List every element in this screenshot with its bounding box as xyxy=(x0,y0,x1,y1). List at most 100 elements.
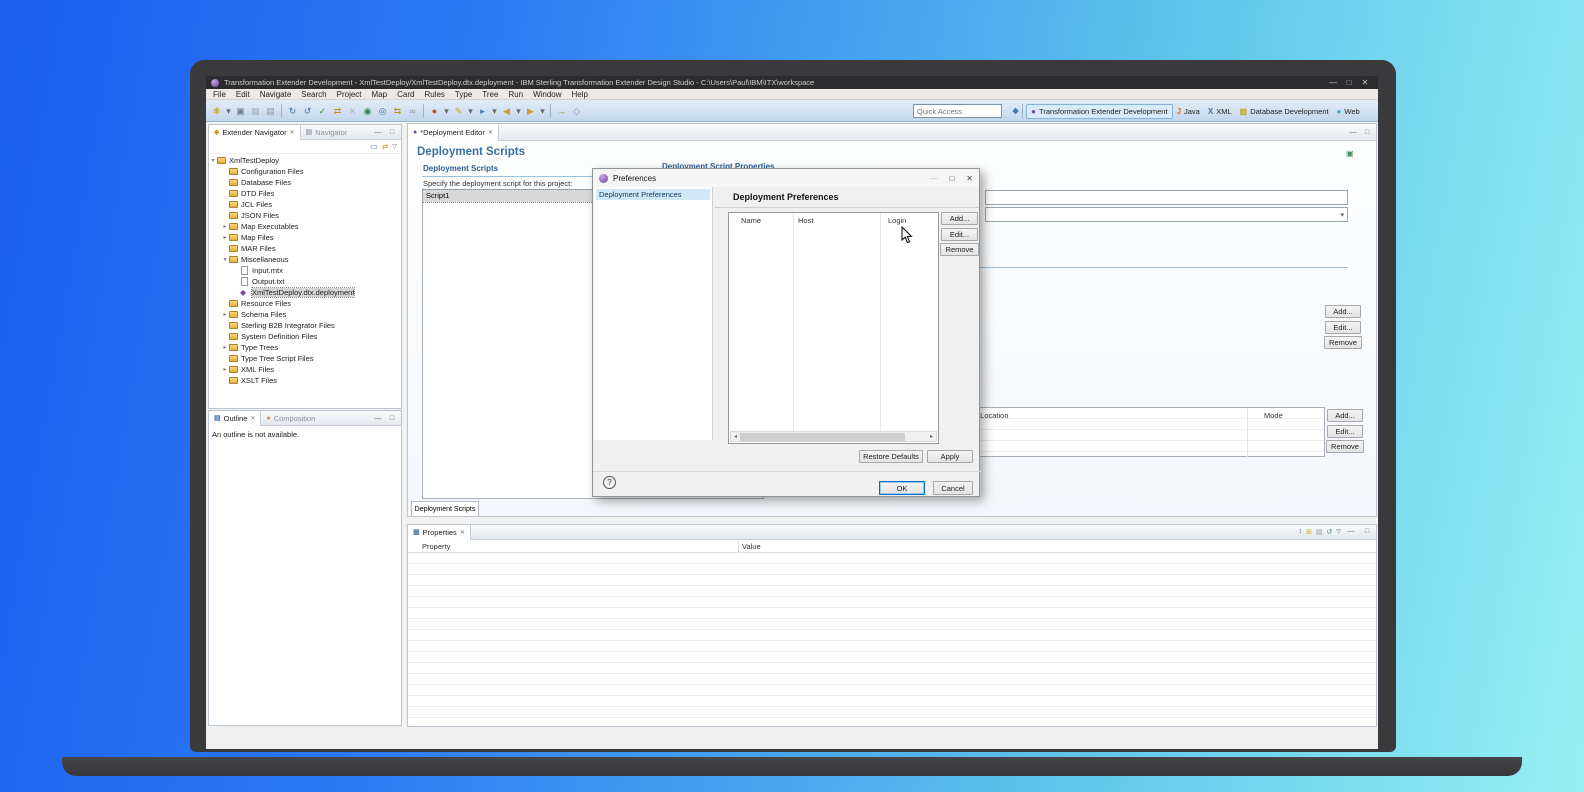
menu-search[interactable]: Search xyxy=(296,90,331,99)
cancel-build-icon[interactable]: ✕ xyxy=(346,104,359,118)
tab-deployment-editor[interactable]: ● *Deployment Editor ✕ xyxy=(408,124,499,141)
column-value[interactable]: Value xyxy=(742,542,761,551)
collapse-all-icon[interactable]: ▭ xyxy=(370,142,378,151)
dialog-minimize-button[interactable]: — xyxy=(929,174,937,183)
new-map-icon[interactable]: ▸ xyxy=(476,104,489,118)
minimize-view-icon[interactable]: — xyxy=(372,129,384,136)
sort-icon[interactable]: ↕ xyxy=(1299,528,1303,536)
style-dropdown-icon[interactable]: ▾ xyxy=(467,104,474,118)
close-button[interactable]: ✕ xyxy=(1357,78,1373,87)
menu-tree[interactable]: Tree xyxy=(477,90,503,99)
references-icon[interactable]: ∞ xyxy=(406,104,419,118)
save-icon[interactable]: ▣ xyxy=(234,104,247,118)
location-remove-button[interactable]: Remove xyxy=(1326,440,1364,453)
menu-navigate[interactable]: Navigate xyxy=(255,90,297,99)
view-menu-icon[interactable]: ▽ xyxy=(1336,528,1341,536)
column-property[interactable]: Property xyxy=(422,542,450,551)
horizontal-scrollbar[interactable]: ◂ ▸ xyxy=(730,431,937,442)
open-perspective-icon[interactable]: ❖ xyxy=(1012,107,1019,116)
location-add-button[interactable]: Add... xyxy=(1327,409,1363,422)
minimize-view-icon[interactable]: — xyxy=(1345,528,1357,536)
perspective-web-button[interactable]: ● Web xyxy=(1333,104,1364,119)
database-import-icon[interactable]: ◎ xyxy=(376,104,389,118)
tree-item[interactable]: XSLT Files xyxy=(209,375,401,386)
perspective-java-button[interactable]: J Java xyxy=(1173,104,1204,119)
swap-io-icon[interactable]: ⇆ xyxy=(391,104,404,118)
script-type-combo[interactable]: ▾ xyxy=(985,207,1348,222)
menu-card[interactable]: Card xyxy=(392,90,419,99)
new-map-dropdown-icon[interactable]: ▾ xyxy=(491,104,498,118)
column-login[interactable]: Login xyxy=(888,216,906,225)
server-edit-button[interactable]: Edit... xyxy=(1325,321,1361,334)
servers-table[interactable]: Name Host Login ◂ ▸ xyxy=(728,212,939,444)
tab-close-icon[interactable]: ✕ xyxy=(488,129,493,136)
tab-composition[interactable]: ● Composition xyxy=(261,411,320,426)
maximize-button[interactable]: □ xyxy=(1341,78,1357,87)
properties-table-body[interactable] xyxy=(408,553,1376,725)
maximize-view-icon[interactable]: □ xyxy=(386,415,398,422)
database-query-icon[interactable]: ◉ xyxy=(361,104,374,118)
server-remove-button[interactable]: Remove xyxy=(1324,336,1362,349)
save-all-icon[interactable]: ▦ xyxy=(249,104,262,118)
tree-item[interactable]: Database Files xyxy=(209,177,401,188)
new-dropdown-icon[interactable]: ▾ xyxy=(225,104,232,118)
tree-item[interactable]: ▸Type Trees xyxy=(209,342,401,353)
server-add-button[interactable]: Add... xyxy=(1325,305,1361,318)
menu-help[interactable]: Help xyxy=(567,90,593,99)
nav-item-deployment-preferences[interactable]: Deployment Preferences xyxy=(596,189,710,200)
dialog-maximize-button[interactable]: □ xyxy=(949,174,954,183)
tree-item[interactable]: JSON Files xyxy=(209,210,401,221)
combo-chevron-down-icon[interactable]: ▾ xyxy=(1340,211,1344,219)
menu-file[interactable]: File xyxy=(208,90,231,99)
show-advanced-icon[interactable]: ▤ xyxy=(1316,528,1323,536)
tree-item[interactable]: Configuration Files xyxy=(209,166,401,177)
last-edit-location-icon[interactable]: → xyxy=(555,104,568,118)
menu-type[interactable]: Type xyxy=(450,90,477,99)
minimize-button[interactable]: — xyxy=(1325,78,1341,87)
scroll-left-icon[interactable]: ◂ xyxy=(731,433,740,440)
minimize-view-icon[interactable]: — xyxy=(372,415,384,422)
tree-item[interactable]: ▸XML Files xyxy=(209,364,401,375)
script-name-field[interactable] xyxy=(985,190,1348,205)
tab-close-icon[interactable]: ✕ xyxy=(460,529,465,536)
menu-window[interactable]: Window xyxy=(528,90,566,99)
view-menu-icon[interactable]: ▽ xyxy=(392,143,397,150)
maximize-view-icon[interactable]: □ xyxy=(1361,528,1373,536)
forward-icon[interactable]: ▶ xyxy=(524,104,537,118)
tree-item[interactable]: ▾Miscellaneous xyxy=(209,254,401,265)
column-host[interactable]: Host xyxy=(798,216,813,225)
maximize-editor-icon[interactable]: □ xyxy=(1361,129,1373,136)
show-categories-icon[interactable]: ⊞ xyxy=(1306,528,1312,536)
maximize-view-icon[interactable]: □ xyxy=(386,129,398,136)
tree-item[interactable]: MAR Files xyxy=(209,243,401,254)
scrollbar-thumb[interactable] xyxy=(740,433,905,441)
tree-item[interactable]: DTD Files xyxy=(209,188,401,199)
tree-item-project[interactable]: ▾XmlTestDeploy xyxy=(209,155,401,166)
new-wizard-icon[interactable]: ❋ xyxy=(210,104,223,118)
dialog-add-button[interactable]: Add... xyxy=(941,212,978,225)
forward-dropdown-icon[interactable]: ▾ xyxy=(539,104,546,118)
back-dropdown-icon[interactable]: ▾ xyxy=(515,104,522,118)
column-name[interactable]: Name xyxy=(741,216,761,225)
tree-item[interactable]: ▸Schema Files xyxy=(209,309,401,320)
perspective-ted-button[interactable]: ● Transformation Extender Development xyxy=(1026,104,1172,119)
cancel-button[interactable]: Cancel xyxy=(933,481,973,495)
dialog-edit-button[interactable]: Edit... xyxy=(941,228,978,241)
perspective-xml-button[interactable]: X XML xyxy=(1204,104,1236,119)
print-icon[interactable]: ▤ xyxy=(264,104,277,118)
perspective-database-button[interactable]: ▥ Database Development xyxy=(1236,104,1333,119)
tree-item[interactable]: Output.txt xyxy=(209,276,401,287)
link-with-editor-icon[interactable]: ⇄ xyxy=(382,142,389,151)
tab-close-icon[interactable]: ✕ xyxy=(250,415,255,422)
apply-button[interactable]: Apply xyxy=(927,450,973,463)
pin-editor-icon[interactable]: ◇ xyxy=(570,104,583,118)
analyze-map-icon[interactable]: ⇄ xyxy=(331,104,344,118)
build-all-maps-icon[interactable]: ↺ xyxy=(301,104,314,118)
run-dropdown-icon[interactable]: ▾ xyxy=(443,104,450,118)
location-edit-button[interactable]: Edit... xyxy=(1327,425,1363,438)
menu-project[interactable]: Project xyxy=(332,90,367,99)
menu-map[interactable]: Map xyxy=(367,90,393,99)
help-button[interactable]: ? xyxy=(603,476,616,489)
dialog-remove-button[interactable]: Remove xyxy=(940,243,979,256)
build-map-icon[interactable]: ↻ xyxy=(286,104,299,118)
